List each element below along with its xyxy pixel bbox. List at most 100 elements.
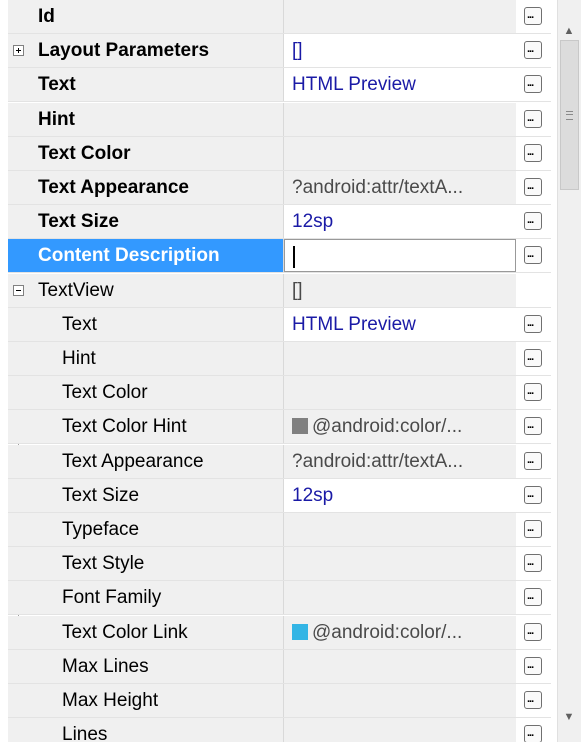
grip-icon [566,111,573,120]
property-row[interactable]: Id... [8,0,551,34]
property-value[interactable]: @android:color/... [284,410,516,443]
ellipsis-button[interactable]: ... [524,725,542,742]
property-name[interactable]: Text Color [8,376,284,409]
ellipsis-button[interactable]: ... [524,212,542,230]
property-row[interactable]: Typeface... [8,513,551,547]
ellipsis-button[interactable]: ... [524,554,542,572]
ellipsis-button[interactable]: ... [524,486,542,504]
property-value[interactable] [284,547,516,580]
property-name[interactable]: Max Lines [8,650,284,683]
property-row[interactable]: Text Color Hint @android:color/...... [8,410,551,444]
property-row[interactable]: Text Style... [8,547,551,581]
property-name[interactable]: Hint [8,342,284,375]
ellipsis-button[interactable]: ... [524,691,542,709]
ellipsis-button[interactable]: ... [524,41,542,59]
ellipsis-button[interactable]: ... [524,178,542,196]
property-value[interactable]: @android:color/... [284,616,516,649]
property-value[interactable]: 12sp [284,205,516,238]
property-name[interactable]: Layout Parameters [8,34,284,67]
ellipsis-button[interactable]: ... [524,452,542,470]
property-value[interactable] [284,684,516,717]
property-value[interactable] [284,718,516,742]
property-name[interactable]: Text Size [8,479,284,512]
property-row[interactable]: Text HTML Preview... [8,308,551,342]
property-value[interactable] [284,103,516,136]
ellipsis-button[interactable]: ... [524,246,542,264]
ellipsis-button[interactable]: ... [524,520,542,538]
vertical-scrollbar[interactable]: ▲ ▼ [557,0,581,742]
collapse-icon[interactable] [13,285,24,296]
ellipsis-button[interactable]: ... [524,144,542,162]
property-value-text: HTML Preview [292,74,416,95]
ellipsis-button[interactable]: ... [524,623,542,641]
property-value[interactable]: [] [284,274,516,307]
arrow-up-icon[interactable]: ▲ [562,24,576,38]
property-value[interactable] [284,137,516,170]
property-row[interactable]: Font Family... [8,581,551,615]
ellipsis-button[interactable]: ... [524,75,542,93]
property-value[interactable]: ?android:attr/textA... [284,171,516,204]
property-name[interactable]: TextView [8,274,284,307]
property-row[interactable]: Content Description... [8,239,551,273]
property-row[interactable]: Lines... [8,718,551,742]
property-name[interactable]: Text Color [8,137,284,170]
ellipsis-button[interactable]: ... [524,417,542,435]
property-value[interactable] [284,376,516,409]
property-name[interactable]: Hint [8,103,284,136]
property-name[interactable]: Text Appearance [8,171,284,204]
property-value-text: @android:color/... [312,622,463,643]
expand-icon[interactable] [13,45,24,56]
property-value[interactable] [284,513,516,546]
property-name[interactable]: Max Height [8,684,284,717]
property-row[interactable]: Text Color... [8,137,551,171]
property-name[interactable]: Text Color Link [8,616,284,649]
property-row[interactable]: Layout Parameters []... [8,34,551,68]
ellipsis-icon: ... [527,317,534,329]
property-name[interactable]: Id [8,0,284,33]
property-row[interactable]: Text Size 12sp... [8,205,551,239]
property-name[interactable]: Text Color Hint [8,410,284,443]
ellipsis-icon: ... [527,454,534,466]
ellipsis-icon: ... [527,77,534,89]
property-row[interactable]: Text Appearance ?android:attr/textA...... [8,445,551,479]
ellipsis-button[interactable]: ... [524,315,542,333]
property-row[interactable]: Max Height... [8,684,551,718]
property-value[interactable] [284,0,516,33]
property-value[interactable]: 12sp [284,479,516,512]
property-value[interactable] [284,581,516,614]
ellipsis-icon: ... [527,385,534,397]
property-name[interactable]: Text Appearance [8,445,284,478]
property-name[interactable]: Text [8,68,284,101]
property-name[interactable]: Content Description [8,239,284,272]
property-name[interactable]: Text [8,308,284,341]
property-row[interactable]: TextView [] [8,274,551,308]
ellipsis-button[interactable]: ... [524,657,542,675]
property-value[interactable]: HTML Preview [284,308,516,341]
property-name[interactable]: Text Size [8,205,284,238]
property-value[interactable]: HTML Preview [284,68,516,101]
property-row[interactable]: Text Size 12sp... [8,479,551,513]
property-row[interactable]: Text Color Link @android:color/...... [8,616,551,650]
property-name[interactable]: Text Style [8,547,284,580]
property-value[interactable] [284,650,516,683]
ellipsis-button[interactable]: ... [524,383,542,401]
ellipsis-button[interactable]: ... [524,588,542,606]
ellipsis-button[interactable]: ... [524,349,542,367]
property-row[interactable]: Text HTML Preview... [8,68,551,102]
property-value[interactable]: ?android:attr/textA... [284,445,516,478]
property-name[interactable]: Lines [8,718,284,742]
property-row[interactable]: Text Color... [8,376,551,410]
arrow-down-icon[interactable]: ▼ [562,710,576,724]
property-row[interactable]: Text Appearance ?android:attr/textA...... [8,171,551,205]
property-value[interactable]: [] [284,34,516,67]
property-value[interactable] [284,342,516,375]
property-row[interactable]: Max Lines... [8,650,551,684]
ellipsis-button[interactable]: ... [524,7,542,25]
property-name[interactable]: Typeface [8,513,284,546]
property-name[interactable]: Font Family [8,581,284,614]
property-row[interactable]: Hint... [8,103,551,137]
property-row[interactable]: Hint... [8,342,551,376]
scrollbar-thumb[interactable] [560,40,579,190]
property-value-input[interactable] [284,239,516,272]
ellipsis-button[interactable]: ... [524,110,542,128]
